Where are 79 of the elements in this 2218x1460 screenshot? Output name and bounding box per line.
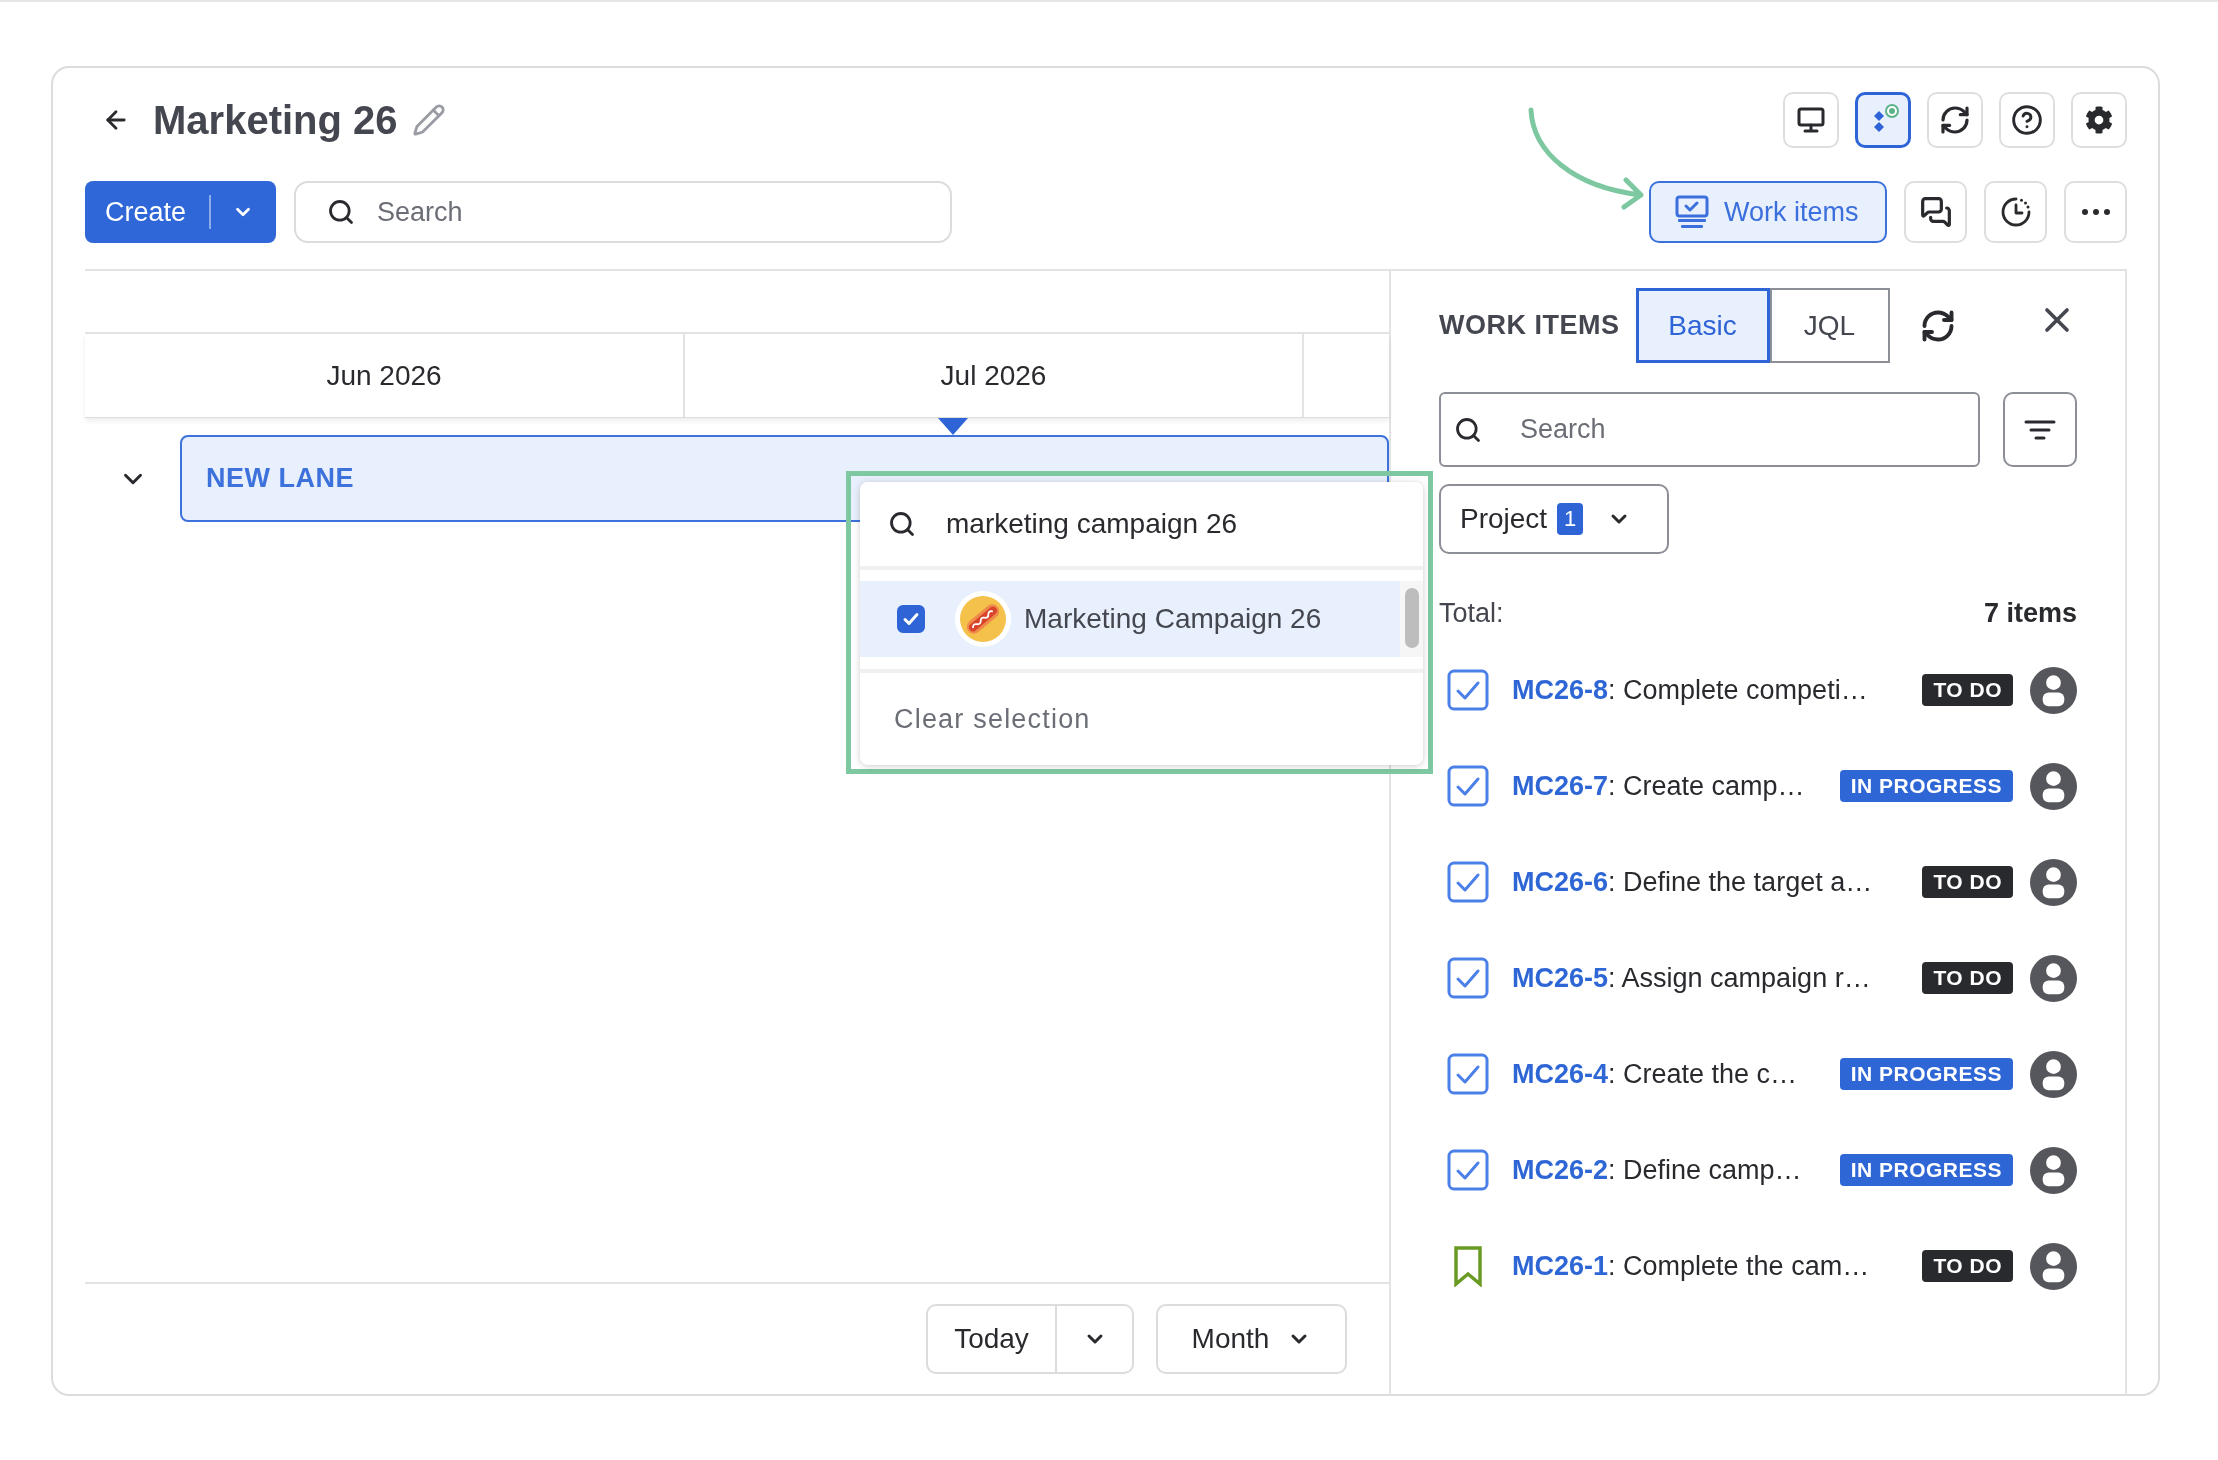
- project-filter-button[interactable]: Project 1: [1439, 484, 1670, 554]
- user-avatar-icon: [2030, 666, 2077, 714]
- monitor-icon: [1797, 107, 1825, 133]
- display-button[interactable]: [1783, 92, 1839, 148]
- search-bar[interactable]: marketing campaign 26: [860, 482, 1423, 570]
- view-scale-button[interactable]: Month: [1156, 1304, 1347, 1374]
- total-label: Total:: [1439, 597, 1504, 629]
- filter-icon: [2024, 418, 2056, 441]
- chat-button[interactable]: [1904, 181, 1967, 243]
- chat-bubbles-icon: [1919, 196, 1952, 228]
- history-button[interactable]: [1984, 181, 2047, 243]
- checked-square-icon: [1447, 1053, 1489, 1095]
- clock-icon: [1999, 196, 2032, 228]
- hot-dog-avatar-icon: [955, 591, 1011, 647]
- pencil-icon[interactable]: [411, 103, 446, 137]
- app-button[interactable]: [1855, 92, 1911, 148]
- status-badge: TO DO: [1922, 1250, 2013, 1282]
- month-header-cell: Jun 2026: [85, 334, 685, 417]
- status-badge: IN PROGRESS: [1839, 1058, 2013, 1090]
- clear-selection-button[interactable]: Clear selection: [894, 703, 1091, 735]
- today-button[interactable]: Today: [926, 1304, 1057, 1374]
- board-title: Marketing 26: [153, 97, 398, 143]
- count-badge: 1: [1557, 503, 1584, 535]
- help-icon: [2011, 104, 2043, 136]
- work-item-key-link[interactable]: MC26-7: [1512, 770, 1609, 802]
- work-item-summary: : Complete the cam…: [1608, 1250, 1870, 1282]
- user-avatar-icon: [2030, 762, 2077, 810]
- user-avatar-icon: [2030, 1242, 2077, 1290]
- option-label: Marketing Campaign 26: [1024, 603, 1322, 635]
- tab[interactable]: Basic: [1635, 288, 1770, 363]
- status-badge: IN PROGRESS: [1839, 770, 2013, 802]
- status-badge: IN PROGRESS: [1839, 1154, 2013, 1186]
- status-badge: TO DO: [1922, 866, 2013, 898]
- more-icon: [2081, 209, 2110, 215]
- checked-square-icon: [1447, 669, 1489, 711]
- work-item-key-link[interactable]: MC26-6: [1512, 866, 1609, 898]
- help-button[interactable]: [1999, 92, 2055, 148]
- project-option[interactable]: Marketing Campaign 26: [860, 581, 1400, 657]
- work-item-summary: : Define the target a…: [1608, 866, 1873, 898]
- checked-square-icon: [1447, 957, 1489, 999]
- work-item-key-link[interactable]: MC26-5: [1512, 962, 1609, 994]
- work-item-summary: : Assign campaign r…: [1608, 962, 1871, 994]
- search-icon: [327, 198, 355, 226]
- search-icon: [888, 510, 916, 538]
- work-item-key-link[interactable]: MC26-8: [1512, 674, 1609, 706]
- status-badge: TO DO: [1922, 674, 2013, 706]
- more-button[interactable]: [2064, 181, 2127, 243]
- work-item-key-link[interactable]: MC26-1: [1512, 1250, 1609, 1282]
- work-item-key-link[interactable]: MC26-2: [1512, 1154, 1609, 1186]
- filter-button[interactable]: [2003, 392, 2077, 467]
- item-count: 7 items: [1983, 597, 2077, 629]
- search-field[interactable]: Search: [1439, 392, 1980, 467]
- work-item-summary: : Define camp…: [1608, 1154, 1802, 1186]
- settings-icon: [2085, 106, 2113, 134]
- work-item-key-link[interactable]: MC26-4: [1512, 1058, 1609, 1090]
- work-item-summary: : Create the c…: [1608, 1058, 1798, 1090]
- settings-button[interactable]: [2071, 92, 2127, 148]
- checked-square-icon: [1447, 861, 1489, 903]
- work-item-summary: : Create camp…: [1608, 770, 1805, 802]
- user-avatar-icon: [2030, 954, 2077, 1002]
- bookmark-icon: [1453, 1245, 1483, 1287]
- user-avatar-icon: [2030, 858, 2077, 906]
- scrollbar-thumb[interactable]: [1404, 588, 1419, 648]
- work-item-summary: : Complete competi…: [1608, 674, 1868, 706]
- search-icon: [1454, 415, 1482, 444]
- checkbox[interactable]: [897, 605, 925, 633]
- monitor-check-icon: [1675, 195, 1709, 229]
- panel-title: WORK ITEMS: [1439, 310, 1620, 341]
- status-badge: TO DO: [1922, 962, 2013, 994]
- month-header-cell: Jul 2026: [685, 334, 1304, 417]
- user-avatar-icon: [2030, 1146, 2077, 1194]
- user-avatar-icon: [2030, 1050, 2077, 1098]
- checked-square-icon: [1447, 1149, 1489, 1191]
- sync-icon: [1939, 104, 1971, 136]
- sync-button[interactable]: [1927, 92, 1983, 148]
- tab[interactable]: JQL: [1769, 288, 1890, 363]
- create-button[interactable]: Create: [85, 181, 209, 243]
- checked-square-icon: [1447, 765, 1489, 807]
- work-items-button[interactable]: Work items: [1649, 181, 1887, 243]
